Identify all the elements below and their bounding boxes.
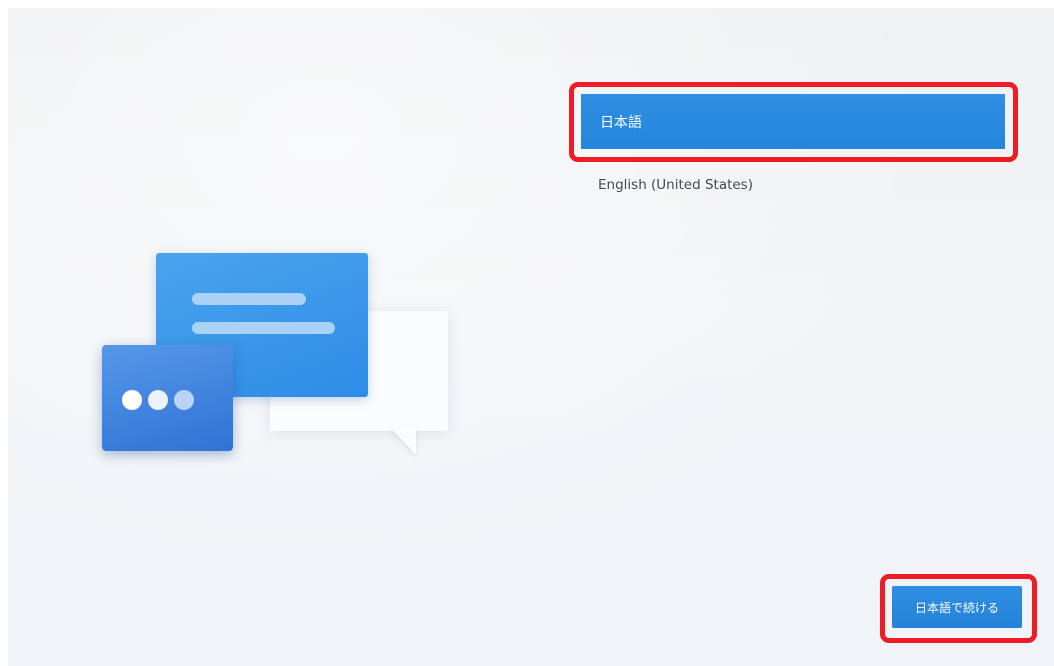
text-line-icon xyxy=(192,293,306,305)
typing-dot-icon xyxy=(174,390,194,410)
language-option-label: 日本語 xyxy=(600,114,642,131)
speech-bubble-tail-icon xyxy=(390,427,416,455)
oobe-language-screen: 日本語 English (United States) 日本語で続ける xyxy=(8,8,1054,666)
language-option-label: English (United States) xyxy=(598,177,753,193)
typing-dot-icon xyxy=(148,390,168,410)
language-option-japanese[interactable]: 日本語 xyxy=(581,94,1005,149)
typing-dot-icon xyxy=(122,390,142,410)
language-option-english-us[interactable]: English (United States) xyxy=(598,174,753,196)
text-line-icon xyxy=(192,322,335,334)
continue-button-label: 日本語で続ける xyxy=(914,600,999,615)
typing-bubble-icon xyxy=(102,345,233,451)
continue-in-japanese-button[interactable]: 日本語で続ける xyxy=(892,586,1022,628)
